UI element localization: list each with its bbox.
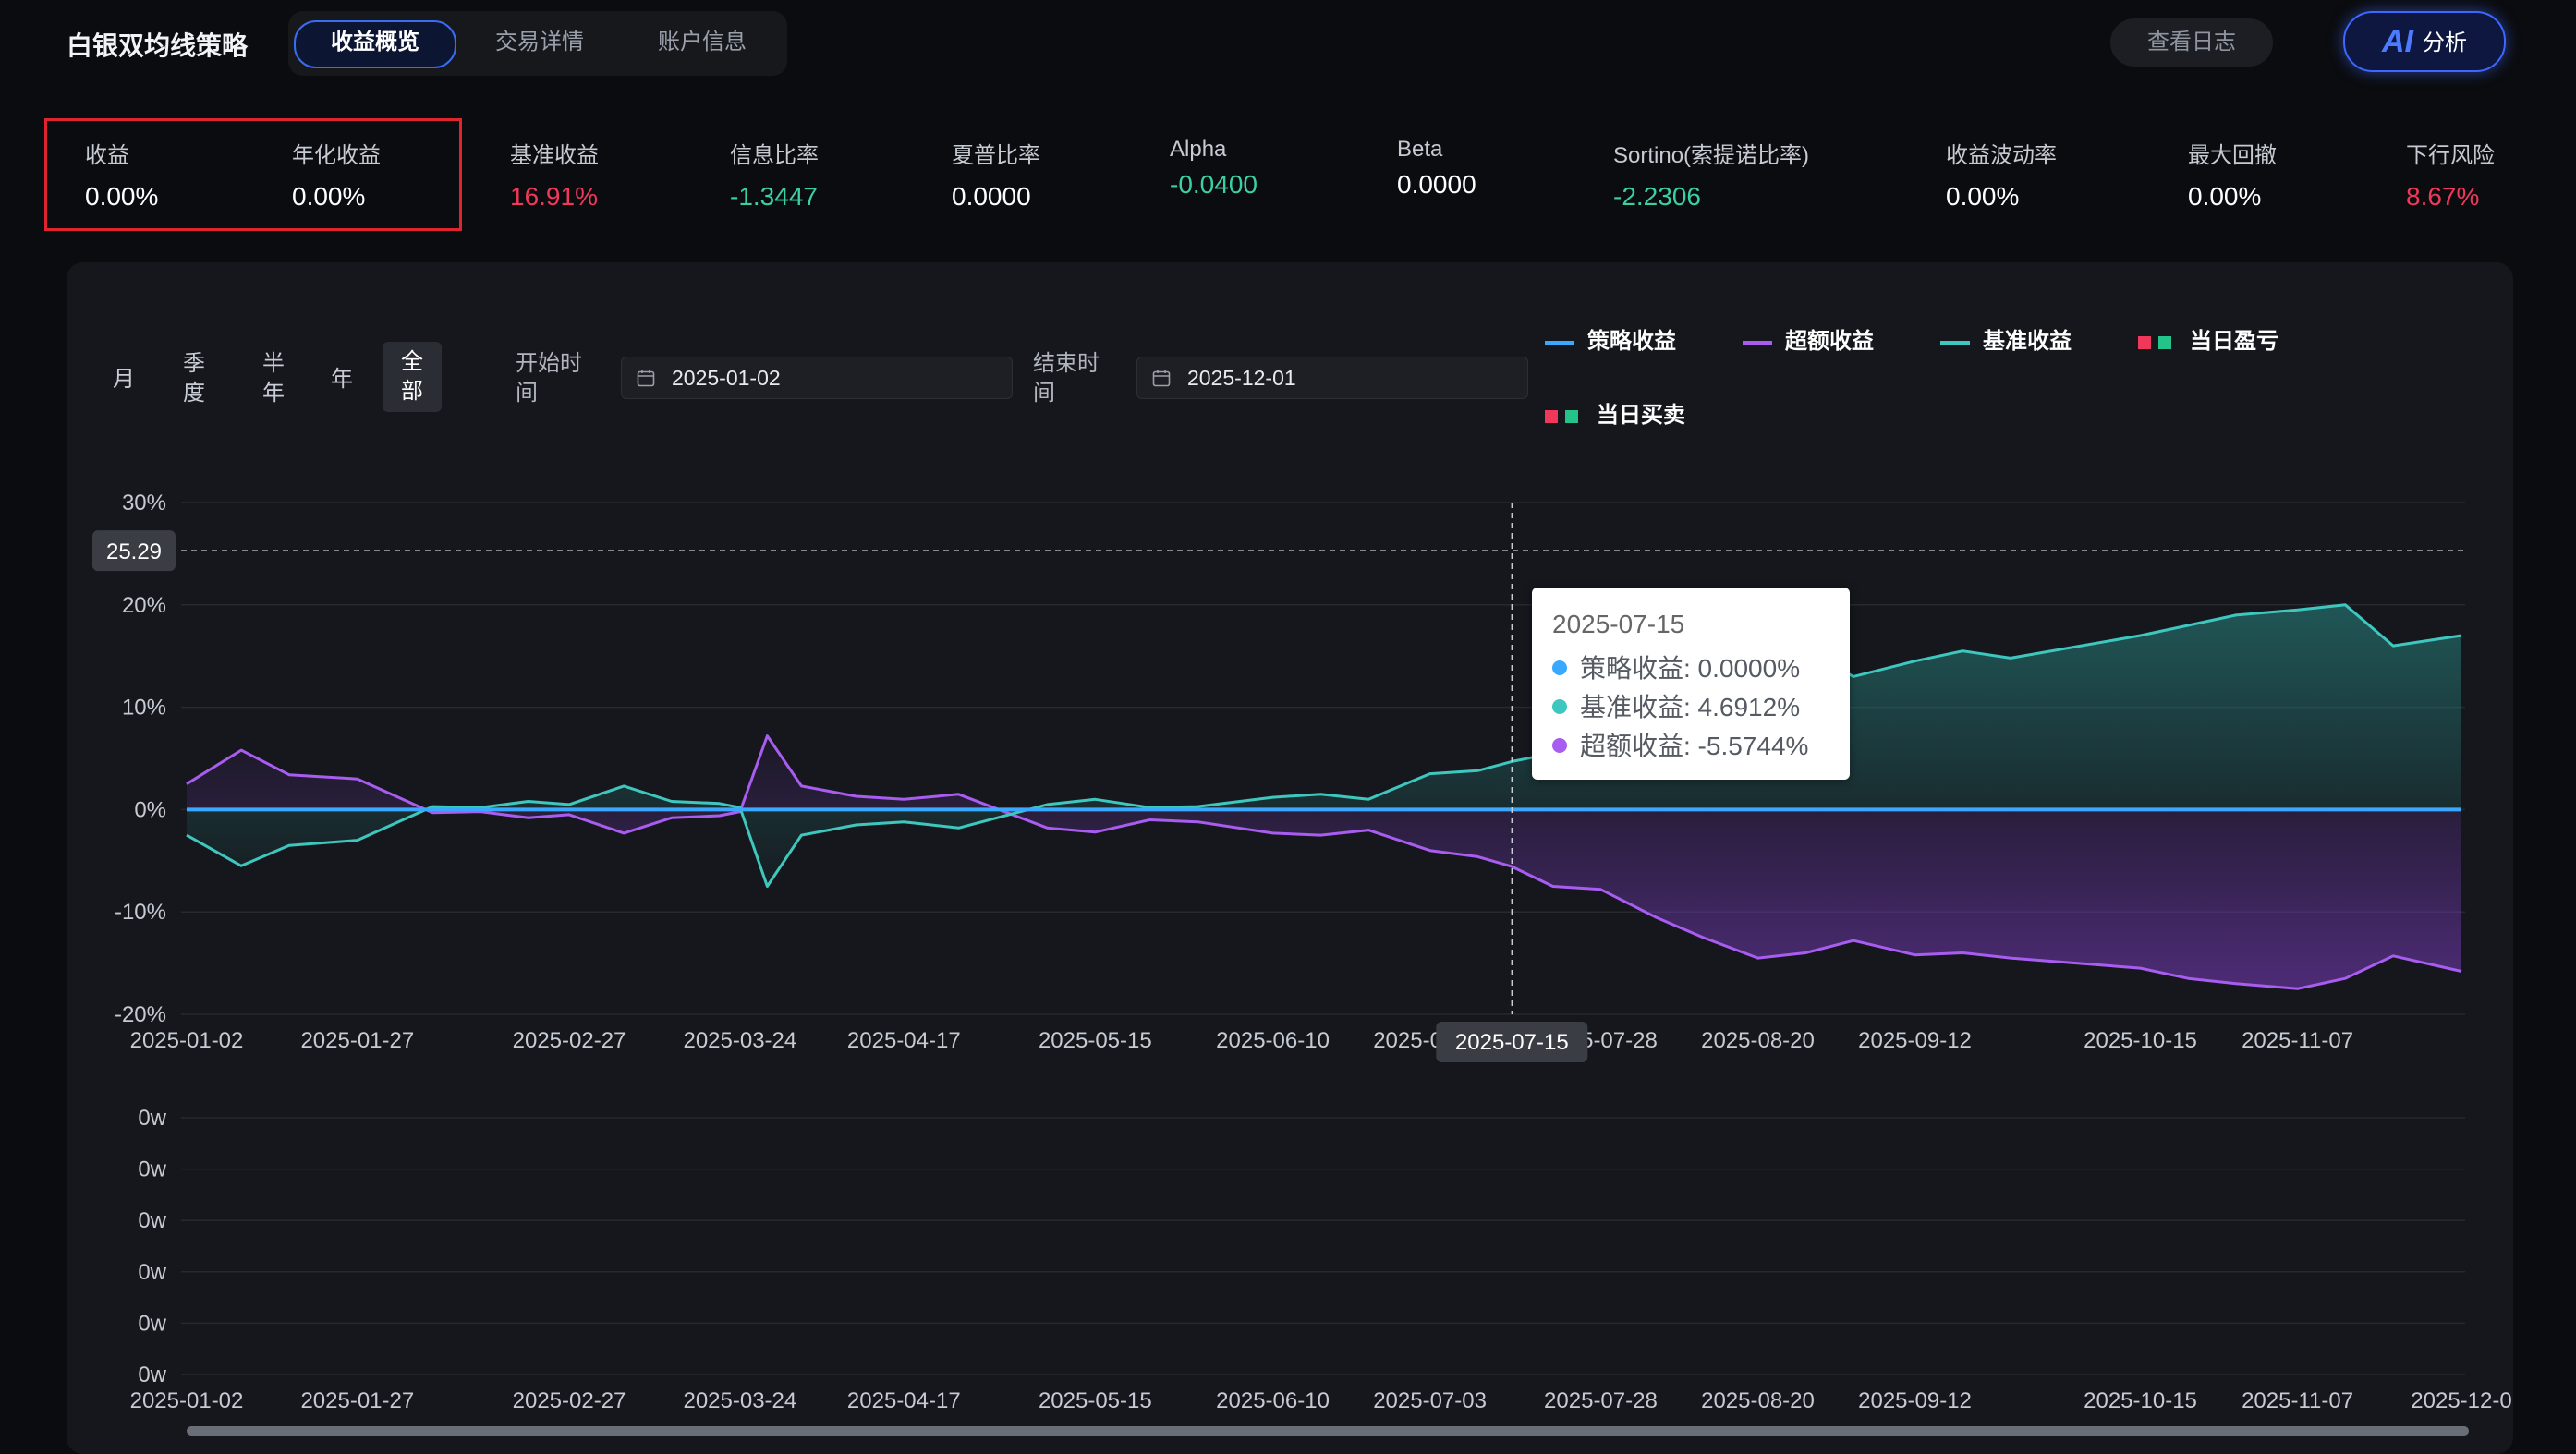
bar-x-tick-label: 2025-09-12	[1858, 1388, 1972, 1413]
tooltip-date: 2025-07-15	[1552, 610, 1685, 638]
bar-x-tick-label: 2025-07-03	[1373, 1388, 1487, 1413]
x-tick-label: 2025-03-24	[683, 1028, 796, 1053]
tooltip-row-benchmark: 基准收益: 4.6912%	[1552, 687, 1800, 724]
bar-x-tick-label: 2025-06-10	[1216, 1388, 1330, 1413]
bar-x-tick-label: 2025-01-02	[130, 1388, 244, 1413]
bar-x-tick-label: 2025-12-0	[2411, 1388, 2511, 1413]
x-tick-label: 2025-01-27	[300, 1028, 414, 1053]
bar-x-tick-label: 2025-01-27	[300, 1388, 414, 1413]
series-dot-icon	[1552, 660, 1567, 675]
bar-x-tick-label: 2025-11-07	[2242, 1388, 2353, 1413]
y-tick-label: 0%	[134, 797, 166, 822]
bar-y-tick-label: 0w	[138, 1208, 166, 1233]
x-tick-label: 2025-09-12	[1858, 1028, 1972, 1053]
bar-x-tick-label: 2025-04-17	[847, 1388, 961, 1413]
y-tick-label: -20%	[115, 1002, 166, 1027]
tooltip-row-strategy: 策略收益: 0.0000%	[1552, 648, 1800, 685]
bar-x-tick-label: 2025-05-15	[1039, 1388, 1152, 1413]
bar-x-tick-label: 2025-07-28	[1544, 1388, 1658, 1413]
bar-x-tick-label: 2025-03-24	[683, 1388, 796, 1413]
returns-chart: 30%20%10%0%-10%-20%2025-01-02 2025-01-27 2…	[92, 491, 2512, 1413]
x-tick-label: 2025-08-20	[1701, 1028, 1815, 1053]
tooltip-row-excess: 超额收益: -5.5744%	[1552, 726, 1808, 763]
x-tick-label: 2025-11-07	[2242, 1028, 2353, 1053]
chart-tooltip: 2025-07-15 策略收益: 0.0000% 基准收益: 4.6912% 超…	[1532, 588, 1850, 780]
x-tick-label: 2025-10-15	[2084, 1028, 2197, 1053]
x-tick-label: 2025-04-17	[847, 1028, 961, 1053]
bar-x-tick-label: 2025-10-15	[2084, 1388, 2197, 1413]
bar-x-tick-label: 2025-08-20	[1701, 1388, 1815, 1413]
bar-x-tick-label: 2025-02-27	[513, 1388, 626, 1413]
bar-y-tick-label: 0w	[138, 1311, 166, 1336]
x-tick-label: 2025-06-10	[1216, 1028, 1330, 1053]
bar-y-tick-label: 0w	[138, 1363, 166, 1387]
crosshair-x-label: 2025-07-15	[1455, 1030, 1569, 1055]
y-tick-label: -10%	[115, 900, 166, 925]
crosshair-y-label: 25.29	[106, 539, 162, 564]
y-tick-label: 10%	[122, 696, 166, 721]
bar-y-tick-label: 0w	[138, 1106, 166, 1131]
x-tick-label: 2025-01-02	[130, 1028, 244, 1053]
chart-zoom-scrollbar[interactable]	[187, 1426, 2469, 1436]
y-tick-label: 20%	[122, 593, 166, 618]
y-tick-label: 30%	[122, 491, 166, 515]
bar-y-tick-label: 0w	[138, 1157, 166, 1182]
x-tick-label: 2025-05-15	[1039, 1028, 1152, 1053]
series-dot-icon	[1552, 699, 1567, 714]
series-dot-icon	[1552, 738, 1567, 753]
bar-y-tick-label: 0w	[138, 1260, 166, 1285]
x-tick-label: 2025-02-27	[513, 1028, 626, 1053]
